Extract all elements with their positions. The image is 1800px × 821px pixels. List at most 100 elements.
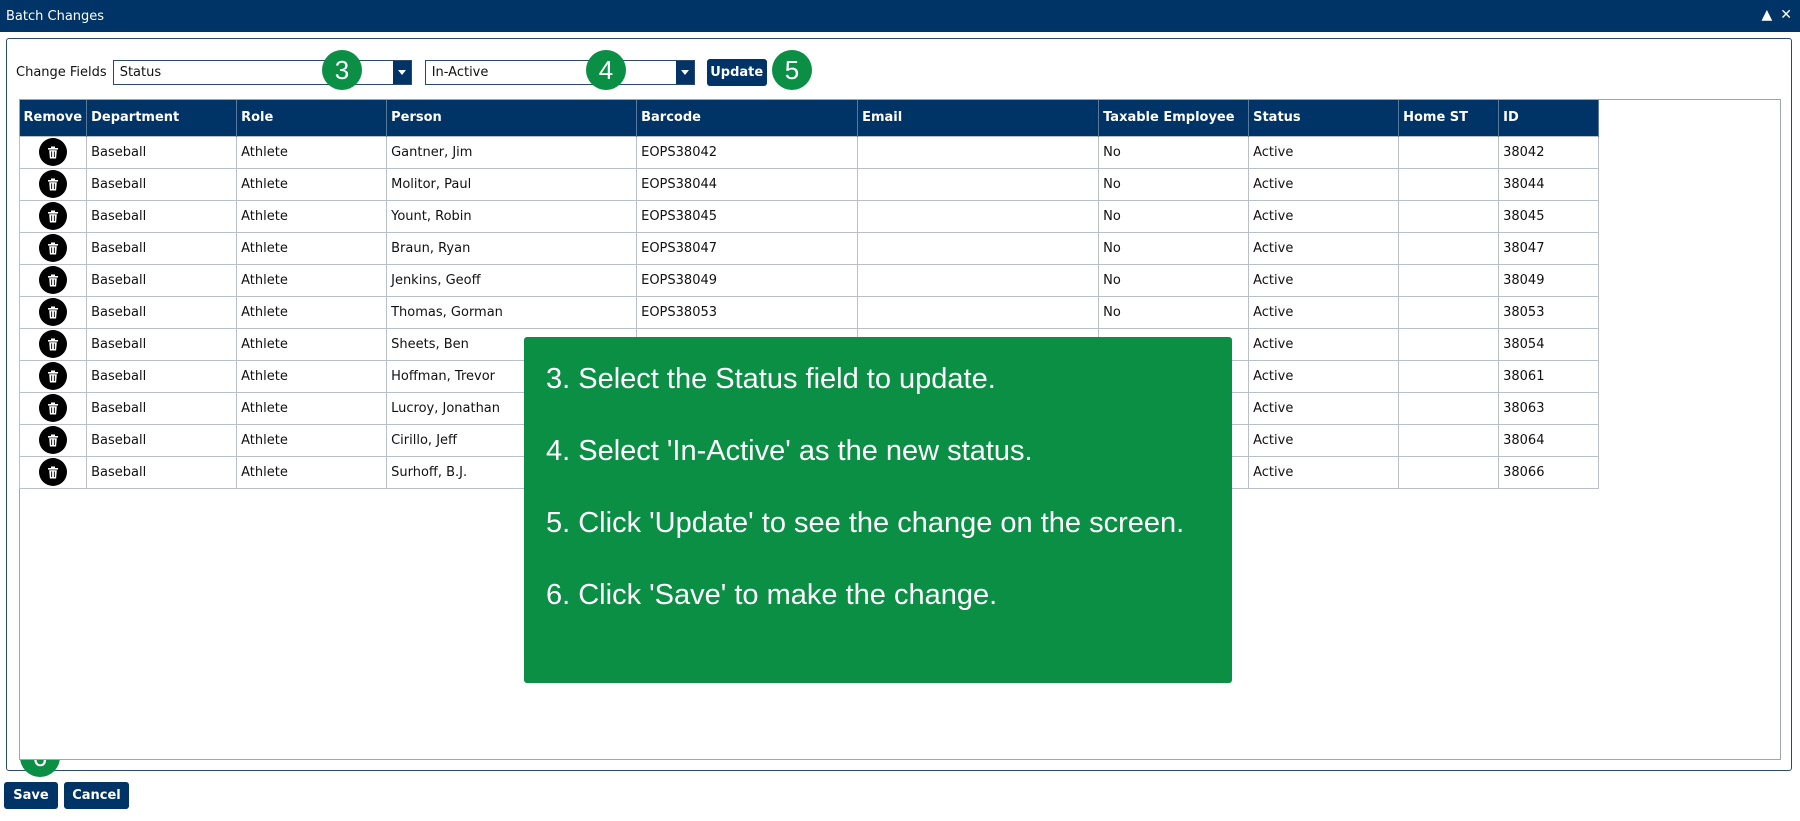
- cell-role[interactable]: Athlete: [236, 295, 388, 329]
- value-select[interactable]: In-Active: [424, 59, 695, 85]
- cell-status[interactable]: Active: [1248, 359, 1400, 393]
- table-row[interactable]: Baseball Athlete Molitor, Paul EOPS38044 No A…: [18, 167, 1600, 201]
- cell-person[interactable]: Molitor, Paul: [386, 167, 638, 201]
- cell-barcode[interactable]: EOPS38053: [636, 295, 859, 329]
- cell-home-st[interactable]: [1398, 423, 1500, 457]
- cell-role[interactable]: Athlete: [236, 199, 388, 233]
- trash-icon[interactable]: [39, 362, 68, 390]
- cell-status[interactable]: Active: [1248, 455, 1400, 489]
- cell-person[interactable]: Yount, Robin: [386, 199, 638, 233]
- trash-icon[interactable]: [39, 330, 68, 358]
- trash-icon[interactable]: [39, 234, 68, 262]
- cell-status[interactable]: Active: [1248, 135, 1400, 169]
- update-button[interactable]: Update: [706, 58, 767, 86]
- cell-home-st[interactable]: [1398, 135, 1500, 169]
- table-row[interactable]: Baseball Athlete Jenkins, Geoff EOPS38049 No…: [18, 263, 1600, 297]
- cell-barcode[interactable]: EOPS38042: [636, 135, 859, 169]
- trash-icon[interactable]: [39, 202, 68, 230]
- field-select[interactable]: Status: [112, 59, 412, 85]
- trash-icon[interactable]: [39, 426, 68, 454]
- cell-status[interactable]: Active: [1248, 231, 1400, 265]
- cell-home-st[interactable]: [1398, 263, 1500, 297]
- cell-barcode[interactable]: EOPS38044: [636, 167, 859, 201]
- cell-department[interactable]: Baseball: [86, 199, 238, 233]
- chevron-down-icon[interactable]: [675, 60, 694, 84]
- cell-department[interactable]: Baseball: [86, 423, 238, 457]
- cell-role[interactable]: Athlete: [236, 327, 388, 361]
- cell-id[interactable]: 38054: [1498, 327, 1600, 361]
- col-status[interactable]: Status: [1248, 100, 1400, 136]
- cell-home-st[interactable]: [1398, 199, 1500, 233]
- cell-home-st[interactable]: [1398, 455, 1500, 489]
- cell-home-st[interactable]: [1398, 295, 1500, 329]
- chevron-down-icon[interactable]: [392, 60, 411, 84]
- trash-icon[interactable]: [39, 266, 68, 294]
- close-icon[interactable]: ✕: [1780, 7, 1792, 23]
- cell-department[interactable]: Baseball: [86, 231, 238, 265]
- table-row[interactable]: Baseball Athlete Thomas, Gorman EOPS38053 No…: [18, 295, 1600, 329]
- cell-person[interactable]: Jenkins, Geoff: [386, 263, 638, 297]
- cell-barcode[interactable]: EOPS38049: [636, 263, 859, 297]
- cell-id[interactable]: 38064: [1498, 423, 1600, 457]
- cell-department[interactable]: Baseball: [86, 359, 238, 393]
- cell-status[interactable]: Active: [1248, 263, 1400, 297]
- cell-home-st[interactable]: [1398, 231, 1500, 265]
- cell-email[interactable]: [857, 135, 1100, 169]
- cell-id[interactable]: 38061: [1498, 359, 1600, 393]
- cell-taxable[interactable]: No: [1098, 135, 1250, 169]
- cell-department[interactable]: Baseball: [86, 135, 238, 169]
- cell-email[interactable]: [857, 231, 1100, 265]
- cell-status[interactable]: Active: [1248, 391, 1400, 425]
- cell-role[interactable]: Athlete: [236, 135, 388, 169]
- col-person[interactable]: Person: [386, 100, 638, 136]
- trash-icon[interactable]: [39, 138, 68, 166]
- cancel-button[interactable]: Cancel: [64, 782, 129, 809]
- cell-status[interactable]: Active: [1248, 423, 1400, 457]
- cell-id[interactable]: 38063: [1498, 391, 1600, 425]
- cell-barcode[interactable]: EOPS38047: [636, 231, 859, 265]
- cell-email[interactable]: [857, 199, 1100, 233]
- cell-person[interactable]: Braun, Ryan: [386, 231, 638, 265]
- cell-person[interactable]: Gantner, Jim: [386, 135, 638, 169]
- cell-taxable[interactable]: No: [1098, 263, 1250, 297]
- cell-id[interactable]: 38053: [1498, 295, 1600, 329]
- cell-department[interactable]: Baseball: [86, 263, 238, 297]
- cell-taxable[interactable]: No: [1098, 231, 1250, 265]
- cell-role[interactable]: Athlete: [236, 263, 388, 297]
- col-role[interactable]: Role: [236, 100, 388, 136]
- collapse-icon[interactable]: ▲: [1761, 7, 1772, 23]
- cell-email[interactable]: [857, 295, 1100, 329]
- cell-role[interactable]: Athlete: [236, 167, 388, 201]
- cell-id[interactable]: 38042: [1498, 135, 1600, 169]
- cell-taxable[interactable]: No: [1098, 167, 1250, 201]
- cell-role[interactable]: Athlete: [236, 455, 388, 489]
- cell-status[interactable]: Active: [1248, 199, 1400, 233]
- table-row[interactable]: Baseball Athlete Yount, Robin EOPS38045 No Ac…: [18, 199, 1600, 233]
- col-email[interactable]: Email: [857, 100, 1100, 136]
- cell-role[interactable]: Athlete: [236, 359, 388, 393]
- cell-id[interactable]: 38049: [1498, 263, 1600, 297]
- table-row[interactable]: Baseball Athlete Braun, Ryan EOPS38047 No Act…: [18, 231, 1600, 265]
- cell-home-st[interactable]: [1398, 167, 1500, 201]
- cell-email[interactable]: [857, 263, 1100, 297]
- cell-taxable[interactable]: No: [1098, 295, 1250, 329]
- cell-role[interactable]: Athlete: [236, 391, 388, 425]
- cell-home-st[interactable]: [1398, 359, 1500, 393]
- col-home-st[interactable]: Home ST: [1398, 100, 1500, 136]
- cell-id[interactable]: 38044: [1498, 167, 1600, 201]
- trash-icon[interactable]: [39, 298, 68, 326]
- cell-status[interactable]: Active: [1248, 327, 1400, 361]
- cell-id[interactable]: 38045: [1498, 199, 1600, 233]
- col-id[interactable]: ID: [1498, 100, 1600, 136]
- cell-department[interactable]: Baseball: [86, 391, 238, 425]
- col-barcode[interactable]: Barcode: [636, 100, 859, 136]
- cell-status[interactable]: Active: [1248, 167, 1400, 201]
- cell-home-st[interactable]: [1398, 391, 1500, 425]
- cell-department[interactable]: Baseball: [86, 327, 238, 361]
- cell-id[interactable]: 38047: [1498, 231, 1600, 265]
- cell-department[interactable]: Baseball: [86, 295, 238, 329]
- cell-id[interactable]: 38066: [1498, 455, 1600, 489]
- cell-role[interactable]: Athlete: [236, 423, 388, 457]
- col-department[interactable]: Department: [86, 100, 238, 136]
- cell-person[interactable]: Thomas, Gorman: [386, 295, 638, 329]
